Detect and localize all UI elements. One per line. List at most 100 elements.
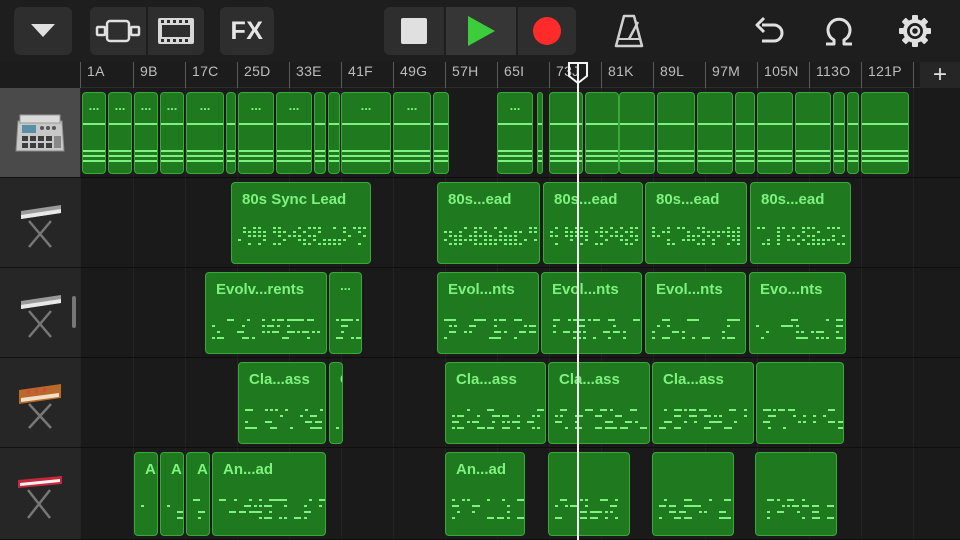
stop-button[interactable] [384,7,444,55]
music-region[interactable] [795,92,831,174]
music-region[interactable] [585,92,619,174]
music-region[interactable]: Cla...ass [548,362,650,444]
music-region[interactable]: Evol...nts [645,272,746,354]
music-region[interactable]: ... [82,92,106,174]
music-region[interactable]: Cla...ass [445,362,546,444]
music-region[interactable]: Cla...ass [652,362,754,444]
record-button[interactable] [518,7,576,55]
region-name: Cla...ass [456,371,517,388]
track-view-button[interactable] [90,7,146,55]
chevron-down-icon [31,24,55,37]
grid-line [393,178,394,267]
music-region[interactable]: ... [108,92,132,174]
tracks-menu-button[interactable] [14,7,72,55]
region-name: Cla...ass [663,371,724,388]
music-region[interactable]: ... [393,92,431,174]
music-region[interactable]: An...ad [445,452,525,536]
music-region[interactable]: An...ad [160,452,184,536]
music-region[interactable]: Evolv...rents [205,272,327,354]
music-region[interactable]: 80s Sync Lead [231,182,371,264]
playhead-handle[interactable] [568,62,588,84]
add-section-button[interactable]: + [920,62,960,88]
music-region[interactable] [861,92,909,174]
music-region[interactable]: ... [329,272,362,354]
music-region[interactable] [735,92,755,174]
music-region[interactable]: Evol...nts [541,272,642,354]
ruler-tick [809,62,810,88]
grid-line [133,268,134,357]
music-region[interactable] [657,92,695,174]
music-region[interactable]: Anal...Lead [134,452,158,536]
music-region[interactable]: ... [134,92,158,174]
midi-notes [796,123,830,162]
master-fx-button[interactable] [816,7,862,55]
midi-notes [767,499,834,519]
settings-button[interactable] [892,7,938,55]
music-region[interactable] [226,92,236,174]
fx-button[interactable]: FX [220,7,274,55]
toolbar: FX [0,0,960,62]
music-region[interactable] [755,452,837,536]
track-header-analog-lead[interactable] [0,448,80,540]
track-lane-2[interactable]: 80s Sync Lead 80s...ead 80s...ead 80s...ead… [80,178,960,268]
timeline-ruler[interactable]: 1A 9B 17C 25D 33E 41F 49G 57H 65I 73J 81K 89L 97M 105… [0,62,960,88]
music-region[interactable] [697,92,733,174]
music-region[interactable]: 80s...ead [645,182,747,264]
play-button[interactable] [446,7,516,55]
music-region[interactable] [757,92,793,174]
fx-label: FX [230,16,264,45]
region-name: ... [199,98,211,113]
music-region[interactable]: ... [497,92,533,174]
music-region[interactable] [833,92,845,174]
music-region[interactable]: Cla...ass [238,362,326,444]
ruler-bar-label: 97M [712,63,741,79]
music-region[interactable] [756,362,844,444]
music-region[interactable]: ... [160,92,184,174]
music-region[interactable]: Evol...nts [437,272,539,354]
midi-notes [315,123,325,162]
metronome-button[interactable] [606,7,652,55]
music-region[interactable] [619,92,655,174]
music-region[interactable]: An...ad [186,452,210,536]
region-name: ... [88,98,100,113]
music-region[interactable] [537,92,543,174]
music-region[interactable]: Evo...nts [749,272,846,354]
region-name: ... [250,98,262,113]
music-region[interactable] [314,92,326,174]
music-region[interactable] [847,92,859,174]
track-lane-3[interactable]: Evolv...rents... Evol...nts Evol...nts Evol… [80,268,960,358]
omega-icon [826,17,852,46]
track-lane-5[interactable]: Anal...Lead An...ad An...ad An...ad An...ad [80,448,960,540]
ruler-tick [861,62,862,88]
music-region[interactable]: Cla...ass [329,362,343,444]
music-region[interactable]: ... [238,92,274,174]
music-region[interactable] [328,92,340,174]
track-header-evolving-currents[interactable] [0,268,80,358]
music-region[interactable]: ... [186,92,224,174]
music-region[interactable] [548,452,630,536]
music-region[interactable]: 80s...ead [437,182,540,264]
track-lane-4[interactable]: Cla...ass Cla...ass Cla...ass Cla...ass Cla.… [80,358,960,448]
region-name: 80s...ead [761,191,825,208]
undo-button[interactable] [746,7,792,55]
loop-browser-button[interactable] [148,7,204,55]
ruler-tick [653,62,654,88]
track-scroll-handle[interactable] [72,296,76,328]
track-header-classic-bass[interactable] [0,358,80,448]
music-region[interactable]: ... [276,92,312,174]
region-name: Anal...Lead [145,461,157,478]
track-header-drums[interactable] [0,88,80,178]
gear-icon [899,15,931,47]
music-region[interactable] [652,452,734,536]
track-header-80s-sync-lead[interactable] [0,178,80,268]
grid-line [185,358,186,447]
track-lane-1[interactable]: .............................. [80,88,960,178]
music-region[interactable]: An...ad [212,452,326,536]
ruler-bar-label: 17C [192,63,219,79]
music-region[interactable]: ... [341,92,391,174]
music-region[interactable] [433,92,449,174]
music-region[interactable]: 80s...ead [750,182,851,264]
playhead-line[interactable] [577,62,579,540]
music-region[interactable]: 80s...ead [543,182,643,264]
metronome-icon [614,14,644,48]
